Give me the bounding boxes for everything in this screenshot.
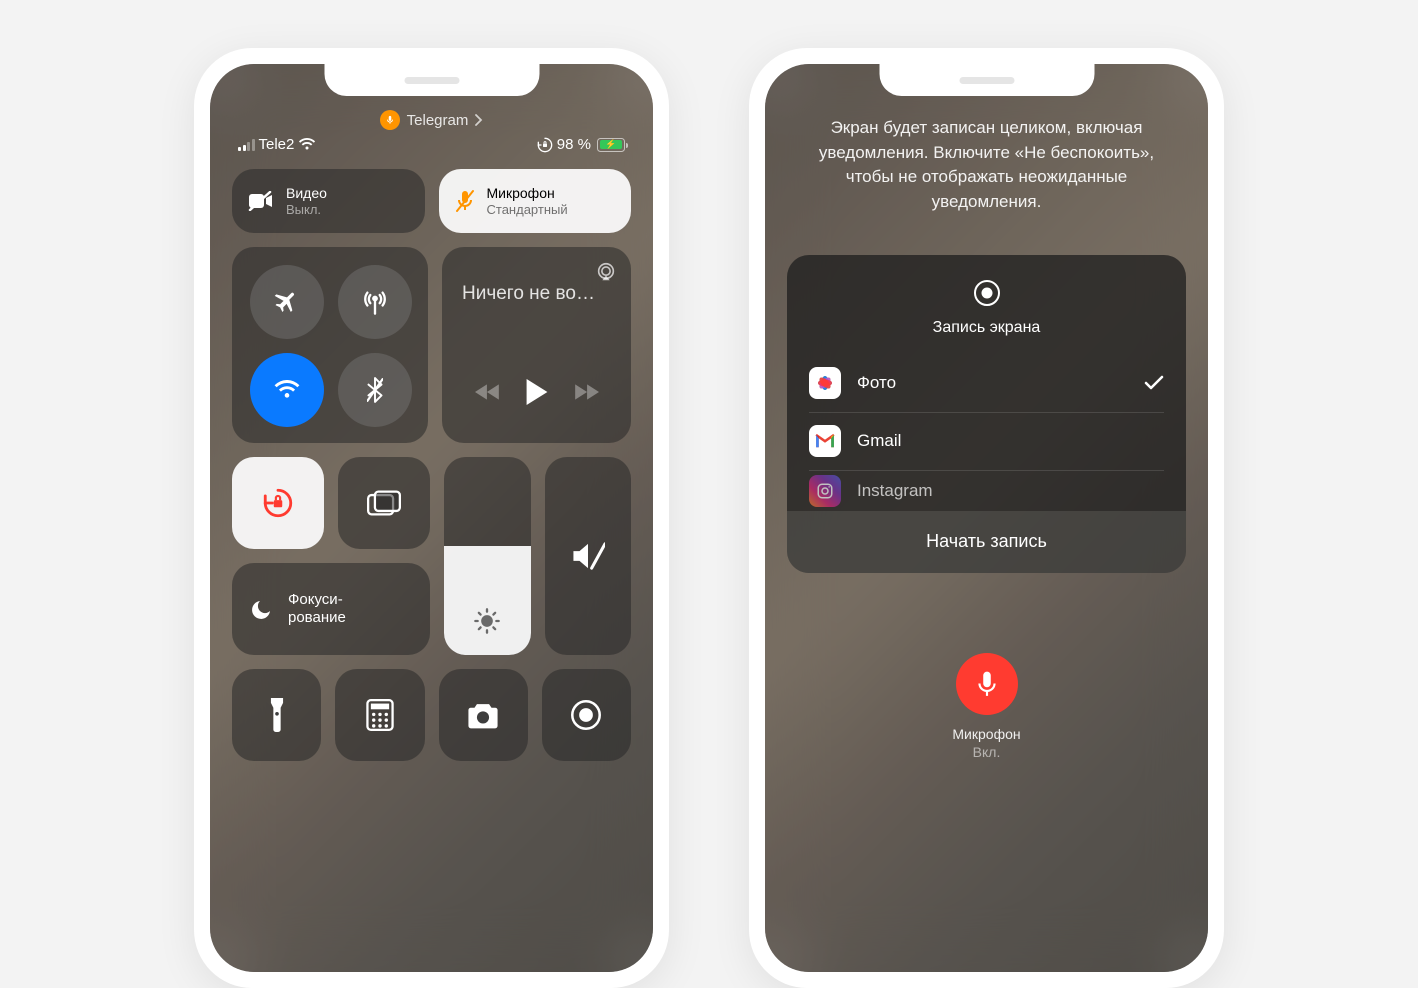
brightness-slider[interactable] bbox=[444, 457, 531, 655]
screen-mirroring-button[interactable] bbox=[338, 457, 430, 549]
airplane-mode-button[interactable] bbox=[250, 265, 324, 339]
mic-state: Вкл. bbox=[952, 743, 1020, 762]
battery-percent: 98 % bbox=[557, 136, 591, 153]
volume-slider[interactable] bbox=[545, 457, 632, 655]
video-title: Видео bbox=[286, 185, 327, 202]
camera-button[interactable] bbox=[439, 669, 528, 761]
video-off-icon bbox=[248, 191, 274, 211]
record-icon bbox=[570, 699, 602, 731]
microphone-off-icon bbox=[455, 189, 475, 213]
app-option-gmail[interactable]: Gmail bbox=[809, 413, 1164, 471]
cellular-data-button[interactable] bbox=[338, 265, 412, 339]
volume-mute-icon bbox=[571, 541, 605, 571]
connectivity-module bbox=[232, 247, 428, 443]
orientation-lock-icon bbox=[261, 486, 295, 520]
focus-button[interactable]: Фокуси- рование bbox=[232, 563, 430, 655]
gmail-app-icon bbox=[809, 425, 841, 457]
start-recording-button[interactable]: Начать запись bbox=[787, 511, 1186, 573]
airplay-icon[interactable] bbox=[595, 261, 617, 283]
calculator-icon bbox=[366, 699, 394, 731]
media-module[interactable]: Ничего не во… bbox=[442, 247, 631, 443]
checkmark-icon bbox=[1144, 375, 1164, 391]
moon-icon bbox=[250, 597, 274, 621]
screen-mirroring-icon bbox=[367, 490, 401, 516]
record-icon bbox=[973, 279, 1001, 307]
video-status: Выкл. bbox=[286, 202, 327, 218]
microphone-active-icon bbox=[380, 110, 400, 130]
bluetooth-button[interactable] bbox=[338, 353, 412, 427]
app-option-photos[interactable]: Фото bbox=[809, 355, 1164, 413]
app-option-label: Gmail bbox=[857, 431, 901, 451]
phone-control-center: Telegram Tele2 98 % ⚡ bbox=[194, 48, 669, 988]
microphone-icon bbox=[976, 670, 998, 698]
rewind-icon[interactable] bbox=[475, 382, 501, 402]
flashlight-icon bbox=[268, 698, 286, 732]
microphone-toggle[interactable]: МикрофонСтандартный bbox=[439, 169, 632, 233]
mic-title: Микрофон bbox=[487, 185, 568, 202]
flashlight-button[interactable] bbox=[232, 669, 321, 761]
carrier-label: Tele2 bbox=[259, 136, 295, 153]
recording-info-text: Экран будет записан целиком, включая уве… bbox=[805, 116, 1168, 215]
wifi-icon bbox=[274, 380, 300, 400]
notch bbox=[879, 64, 1094, 96]
wifi-icon bbox=[298, 138, 316, 151]
camera-icon bbox=[466, 701, 500, 729]
instagram-app-icon bbox=[809, 475, 841, 507]
status-bar: Tele2 98 % ⚡ bbox=[232, 136, 631, 153]
orientation-lock-status-icon bbox=[537, 137, 553, 153]
microphone-toggle-button[interactable] bbox=[956, 653, 1018, 715]
video-toggle[interactable]: ВидеоВыкл. bbox=[232, 169, 425, 233]
cellular-antenna-icon bbox=[361, 288, 389, 316]
app-option-label: Фото bbox=[857, 373, 896, 393]
panel-title: Запись экрана bbox=[933, 319, 1041, 337]
orientation-lock-button[interactable] bbox=[232, 457, 324, 549]
mic-label: Микрофон bbox=[952, 725, 1020, 744]
brightness-icon bbox=[473, 607, 501, 635]
app-option-instagram[interactable]: Instagram bbox=[809, 471, 1164, 511]
app-name: Telegram bbox=[407, 112, 469, 129]
airplane-icon bbox=[274, 289, 300, 315]
calculator-button[interactable] bbox=[335, 669, 424, 761]
now-playing-title: Ничего не во… bbox=[462, 283, 611, 305]
app-option-label: Instagram bbox=[857, 481, 933, 501]
app-usage-indicator[interactable]: Telegram bbox=[380, 110, 484, 130]
play-icon[interactable] bbox=[526, 379, 548, 405]
screen-record-button[interactable] bbox=[542, 669, 631, 761]
chevron-right-icon bbox=[475, 114, 483, 126]
phone-screen-recording-prompt: Экран будет записан целиком, включая уве… bbox=[749, 48, 1224, 988]
mic-status: Стандартный bbox=[487, 202, 568, 218]
wifi-button[interactable] bbox=[250, 353, 324, 427]
forward-icon[interactable] bbox=[573, 382, 599, 402]
recording-panel: Запись экрана Фото Gmail bbox=[787, 255, 1186, 573]
photos-app-icon bbox=[809, 367, 841, 399]
cellular-signal-icon bbox=[238, 139, 255, 151]
battery-icon: ⚡ bbox=[597, 138, 625, 152]
focus-label: Фокуси- рование bbox=[288, 591, 346, 627]
notch bbox=[324, 64, 539, 96]
bluetooth-off-icon bbox=[367, 377, 383, 403]
